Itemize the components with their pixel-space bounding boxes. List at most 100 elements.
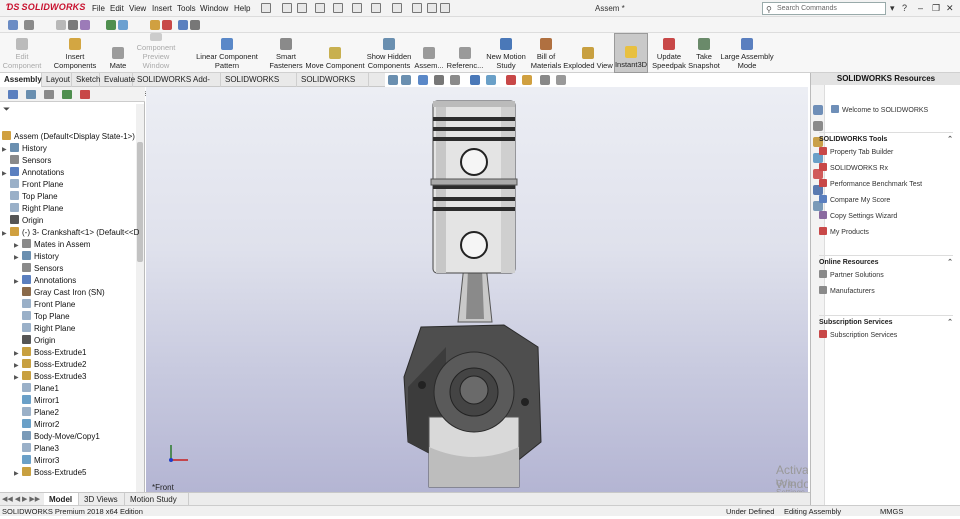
quick-tool-7-icon[interactable] [118,20,128,30]
quick-tool-2-icon[interactable] [24,20,34,30]
minimize-button[interactable]: – [918,3,923,13]
tree-item[interactable]: Origin [14,335,55,347]
feature-manager-tab-2-icon[interactable] [26,90,36,99]
graphics-area[interactable]: ⊟ ▭ ⧉ ✕ *Front Activate Windows Go to Se… [146,87,808,492]
exploded-view-button[interactable]: Exploded View [563,33,613,73]
tree-item[interactable]: ▶ Boss-Extrude1 [14,347,86,359]
quick-tool-3-icon[interactable] [56,20,66,30]
quick-tool-11-icon[interactable] [190,20,200,30]
menu-view[interactable]: View [129,4,146,13]
tree-item[interactable]: ▶ Boss-Extrude2 [14,359,86,371]
tab-solidworks-add-ins[interactable]: SOLIDWORKS Add-Ins [133,73,221,98]
crankshaft-piston-model[interactable] [146,87,808,492]
tree-item[interactable]: Body-Move/Copy1 [14,431,100,443]
tree-item[interactable]: Mirror3 [14,455,59,467]
save-icon[interactable] [333,3,343,13]
view-tool-10-icon[interactable] [540,75,550,85]
view-tool-7-icon[interactable] [486,75,496,85]
tab-sketch[interactable]: Sketch [72,73,100,87]
bill-of-materials-button[interactable]: Bill of Materials [528,33,564,73]
tree-item[interactable]: ▶ History [2,143,47,155]
solidworks-logo[interactable]: ƊS SOLIDWORKS [6,2,86,12]
help-icon[interactable]: ? [902,3,907,13]
tree-item[interactable]: ▶ Annotations [14,275,76,287]
task-pane-link[interactable]: Property Tab Builder [819,147,893,156]
move-component-button[interactable]: Move Component [304,33,366,73]
tree-item[interactable]: ▶ (-) 3- Crankshaft<1> (Default<<D [2,227,139,239]
open-icon[interactable] [315,3,325,13]
tree-item[interactable]: Sensors [2,155,51,167]
collapse-chevron-icon[interactable]: ⌃ [947,135,953,143]
tree-root-assembly[interactable]: Assem (Default<Display State-1>) [2,131,135,143]
tree-item[interactable]: Right Plane [14,323,75,335]
undo-icon[interactable] [371,3,381,13]
restore-button[interactable]: ❐ [932,3,940,14]
quick-tool-4-icon[interactable] [68,20,78,30]
tree-item[interactable]: Top Plane [2,191,58,203]
tree-item[interactable]: Front Plane [2,179,63,191]
view-tool-5-icon[interactable] [450,75,460,85]
home-icon[interactable] [813,105,823,115]
tree-item[interactable]: Mirror1 [14,395,59,407]
tree-scrollbar-thumb[interactable] [137,142,143,262]
tree-item[interactable]: ▶ Mates in Assem [14,239,90,251]
quick-tool-5-icon[interactable] [80,20,90,30]
task-pane-section-header[interactable]: Online Resources ⌃ [819,255,953,266]
tree-item[interactable]: Right Plane [2,203,63,215]
tree-item[interactable]: Gray Cast Iron (SN) [14,287,105,299]
filter-icon[interactable]: ⏷ [3,104,10,115]
task-pane-link[interactable]: My Products [819,227,869,236]
welcome-link[interactable]: Welcome to SOLIDWORKS [831,105,928,114]
quick-tool-10-icon[interactable] [178,20,188,30]
tab-solidworks-mbd[interactable]: SOLIDWORKS MBD [221,73,297,98]
view-tool-8-icon[interactable] [506,75,516,85]
mate-button[interactable]: Mate [104,33,132,73]
task-pane-link[interactable]: Performance Benchmark Test [819,179,922,188]
viewport-window-controls[interactable]: ⊟ ▭ ⧉ ✕ [744,87,777,89]
view-tool-1-icon[interactable] [388,75,398,85]
search-dropdown-icon[interactable]: ▾ [890,3,895,14]
feature-manager-tab-1-icon[interactable] [8,90,18,99]
task-pane-link[interactable]: SOLIDWORKS Rx [819,163,888,172]
tree-item[interactable]: Front Plane [14,299,75,311]
tree-item[interactable]: Plane1 [14,383,59,395]
view-tool-4-icon[interactable] [434,75,444,85]
task-pane-link[interactable]: Compare My Score [819,195,890,204]
close-button[interactable]: ✕ [946,3,954,14]
quick-tool-8-icon[interactable] [150,20,160,30]
print-icon[interactable] [352,3,362,13]
search-commands-input[interactable]: ⚲ Search Commands [762,2,886,15]
view-tool-3-icon[interactable] [418,75,428,85]
component-preview-window-button[interactable]: Component Preview Window [130,33,182,73]
smart-fasteners-button[interactable]: Smart Fasteners [268,33,304,73]
task-pane-link[interactable]: Partner Solutions [819,270,884,279]
menu-help[interactable]: Help [234,4,250,13]
tree-item[interactable]: Origin [2,215,43,227]
tree-item[interactable]: ▶ Boss-Extrude3 [14,371,86,383]
collapse-chevron-icon[interactable]: ⌃ [947,318,953,326]
task-pane-section-header[interactable]: SOLIDWORKS Tools ⌃ [819,132,953,143]
feature-manager-tab-4-icon[interactable] [62,90,72,99]
tree-item[interactable]: Plane3 [14,443,59,455]
rebuild-icon[interactable] [412,3,422,13]
quick-tool-1-icon[interactable] [8,20,18,30]
tab-solidworks-cam[interactable]: SOLIDWORKS CAM [297,73,369,98]
feature-manager-tab-3-icon[interactable] [44,90,54,99]
edit-component-button[interactable]: Edit Component [2,33,42,73]
assem-button[interactable]: Assem... [412,33,446,73]
menu-edit[interactable]: Edit [110,4,124,13]
view-tool-6-icon[interactable] [470,75,480,85]
options-icon[interactable] [427,3,437,13]
design-library-icon[interactable] [813,121,823,131]
view-settings-icon[interactable] [440,3,450,13]
task-pane-section-header[interactable]: Subscription Services ⌃ [819,315,953,326]
quick-tool-9-icon[interactable] [162,20,172,30]
expand-arrow-icon[interactable]: ▶ [14,468,22,480]
tab-evaluate[interactable]: Evaluate [100,73,135,87]
menu-tools[interactable]: Tools [177,4,196,13]
task-pane-link[interactable]: Copy Settings Wizard [819,211,897,220]
units-selector[interactable]: MMGS [880,506,903,517]
tree-item[interactable]: Plane2 [14,407,59,419]
menu-insert[interactable]: Insert [152,4,172,13]
expand-arrow-icon[interactable]: ▶ [2,228,10,240]
